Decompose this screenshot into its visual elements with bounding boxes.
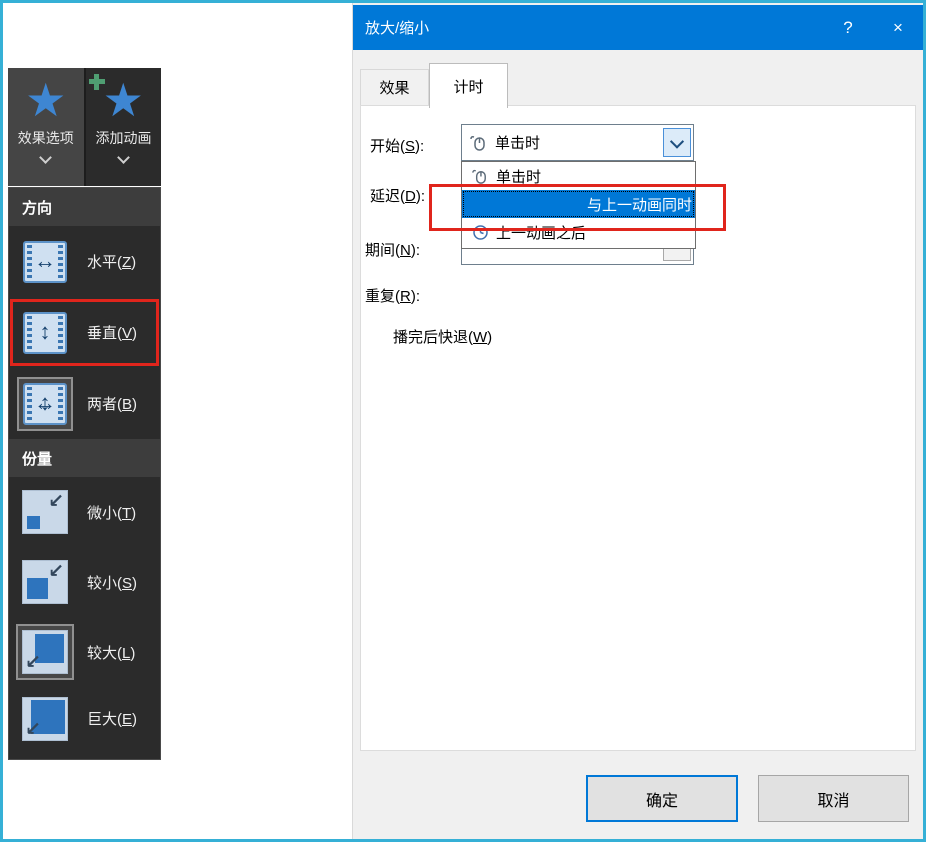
- dialog-titlebar[interactable]: 放大/缩小 ? ×: [353, 5, 923, 50]
- menu-item-horizontal[interactable]: ↔ 水平(Z): [9, 226, 160, 297]
- add-animation-button[interactable]: ★ 添加动画: [84, 68, 162, 186]
- chevron-down-icon: [39, 151, 52, 164]
- menu-item-vertical[interactable]: ↕ 垂直(V): [9, 297, 160, 368]
- shrink-smaller-icon: ↙: [22, 560, 68, 604]
- stretch-vertical-icon: ↕: [23, 312, 67, 354]
- menu-item-tiny[interactable]: ↙ 微小(T): [9, 477, 160, 547]
- effect-options-menu: 方向 ↔ 水平(Z) ↕ 垂直(V) ↔ ↕ 两者(B) 份量: [8, 187, 161, 760]
- help-button[interactable]: ?: [823, 5, 873, 50]
- delay-label: 延迟(D):: [370, 185, 425, 206]
- menu-item-larger[interactable]: ↙ 较大(L): [9, 617, 160, 687]
- start-label: 开始(S):: [370, 135, 424, 156]
- tab-effect[interactable]: 效果: [360, 69, 429, 106]
- stretch-horizontal-icon: ↔: [23, 241, 67, 283]
- star-icon: ★: [25, 74, 66, 126]
- grow-shrink-dialog: 放大/缩小 ? × 效果 计时 开始(S): 单击时: [352, 3, 923, 839]
- repeat-label: 重复(R):: [365, 285, 420, 306]
- animation-ribbon-group: ★ 效果选项 ★ 添加动画: [8, 68, 161, 186]
- start-combobox[interactable]: 单击时: [461, 124, 694, 161]
- star-plus-icon: ★: [103, 74, 144, 126]
- selected-frame: ↔ ↕: [17, 377, 73, 431]
- menu-header-direction: 方向: [9, 188, 160, 226]
- ok-button[interactable]: 确定: [586, 775, 738, 822]
- start-dropdown-button[interactable]: [663, 128, 691, 157]
- menu-item-huge[interactable]: ↙ 巨大(E): [9, 687, 160, 750]
- selected-frame: ↙: [16, 624, 74, 680]
- dropdown-item-with-previous[interactable]: 与上一动画同时: [462, 190, 695, 218]
- mouse-click-icon: [469, 133, 488, 152]
- chevron-down-icon: [670, 134, 684, 148]
- cancel-button[interactable]: 取消: [758, 775, 909, 822]
- clock-icon: [468, 224, 492, 241]
- grow-larger-icon: ↙: [22, 630, 68, 674]
- menu-item-both[interactable]: ↔ ↕ 两者(B): [9, 368, 160, 439]
- add-animation-label: 添加动画: [86, 128, 152, 148]
- menu-item-smaller[interactable]: ↙ 较小(S): [9, 547, 160, 617]
- dialog-title: 放大/缩小: [353, 17, 823, 38]
- screenshot-frame: ★ 效果选项 ★ 添加动画 方向 ↔ 水平(Z) ↕ 垂直(V): [0, 0, 926, 842]
- stretch-both-icon: ↔ ↕: [23, 383, 67, 425]
- dropdown-item-after-previous[interactable]: 上一动画之后: [462, 218, 695, 246]
- effect-options-button[interactable]: ★ 效果选项: [8, 68, 84, 186]
- chevron-down-icon: [117, 151, 130, 164]
- menu-header-amount: 份量: [9, 439, 160, 477]
- duration-label: 期间(N):: [365, 239, 420, 260]
- dropdown-item-on-click[interactable]: 单击时: [462, 162, 695, 190]
- rewind-checkbox-label: 播完后快退(W): [393, 326, 492, 347]
- effect-options-label: 效果选项: [18, 128, 74, 148]
- tab-timing[interactable]: 计时: [429, 63, 508, 108]
- close-button[interactable]: ×: [873, 5, 923, 50]
- start-value: 单击时: [495, 132, 540, 153]
- shrink-tiny-icon: ↙: [22, 490, 68, 534]
- mouse-click-icon: [468, 167, 492, 185]
- grow-huge-icon: ↙: [22, 697, 68, 741]
- start-dropdown-list: 单击时 与上一动画同时 上一动画之后: [461, 161, 696, 249]
